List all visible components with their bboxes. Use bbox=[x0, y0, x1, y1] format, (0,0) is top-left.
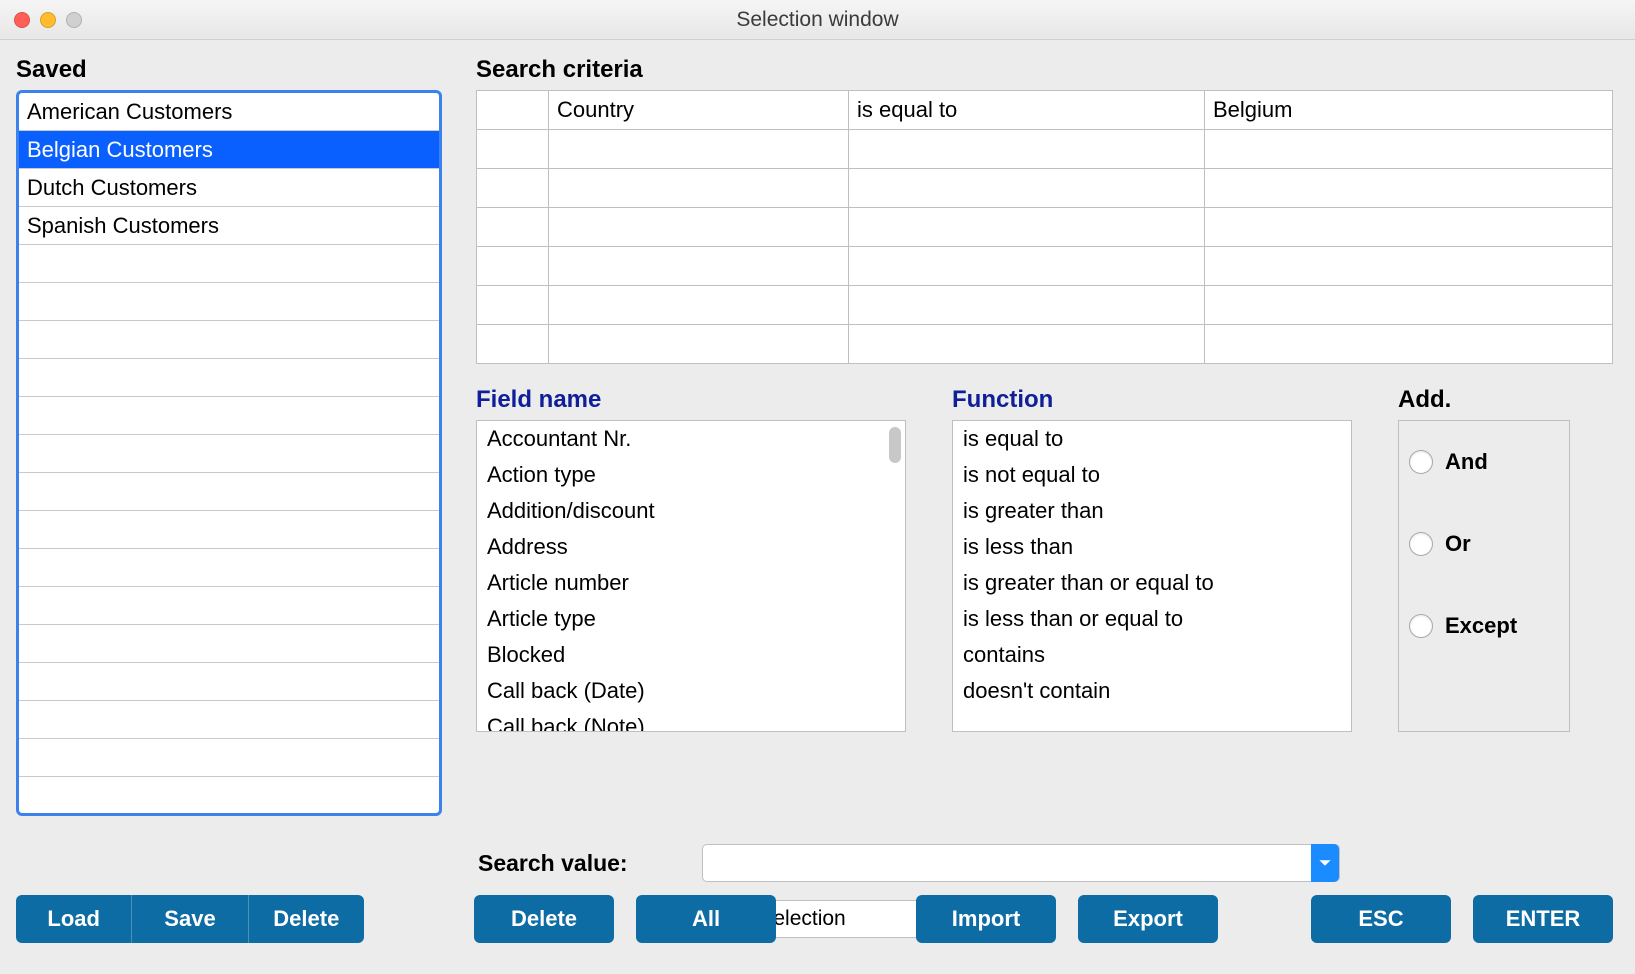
saved-item[interactable] bbox=[19, 663, 439, 701]
list-item[interactable]: Call back (Note) bbox=[477, 709, 905, 732]
criteria-cell[interactable] bbox=[1205, 247, 1613, 286]
saved-label: Saved bbox=[16, 56, 442, 84]
list-item[interactable]: is less than or equal to bbox=[953, 601, 1351, 637]
criteria-cell[interactable] bbox=[849, 325, 1205, 364]
list-item[interactable]: contains bbox=[953, 637, 1351, 673]
saved-item[interactable] bbox=[19, 435, 439, 473]
saved-item[interactable] bbox=[19, 625, 439, 663]
list-item[interactable]: is greater than or equal to bbox=[953, 565, 1351, 601]
criteria-cell[interactable] bbox=[477, 91, 549, 130]
esc-button[interactable]: ESC bbox=[1311, 895, 1451, 943]
criteria-cell[interactable] bbox=[477, 247, 549, 286]
criteria-cell[interactable] bbox=[549, 169, 849, 208]
criteria-cell[interactable] bbox=[477, 208, 549, 247]
criteria-cell[interactable]: is equal to bbox=[849, 91, 1205, 130]
criteria-cell[interactable] bbox=[849, 169, 1205, 208]
list-item[interactable]: Addition/discount bbox=[477, 493, 905, 529]
radio-icon[interactable] bbox=[1409, 450, 1433, 474]
enter-button[interactable]: ENTER bbox=[1473, 895, 1613, 943]
criteria-cell[interactable] bbox=[849, 130, 1205, 169]
scrollbar-thumb[interactable] bbox=[889, 427, 901, 463]
criteria-cell[interactable] bbox=[549, 286, 849, 325]
criteria-cell[interactable] bbox=[1205, 169, 1613, 208]
add-radio-group: And Or Except bbox=[1398, 420, 1570, 732]
chevron-down-icon[interactable] bbox=[1311, 844, 1339, 882]
saved-item[interactable] bbox=[19, 283, 439, 321]
saved-item[interactable] bbox=[19, 245, 439, 283]
saved-item[interactable] bbox=[19, 701, 439, 739]
saved-item[interactable]: Dutch Customers bbox=[19, 169, 439, 207]
saved-item[interactable] bbox=[19, 321, 439, 359]
radio-icon[interactable] bbox=[1409, 614, 1433, 638]
criteria-cell[interactable]: Country bbox=[549, 91, 849, 130]
criteria-cell[interactable] bbox=[849, 247, 1205, 286]
criteria-cell[interactable] bbox=[849, 286, 1205, 325]
add-label: Add. bbox=[1398, 386, 1570, 414]
fieldname-listbox[interactable]: Accountant Nr.Action typeAddition/discou… bbox=[476, 420, 906, 732]
list-item[interactable]: Blocked bbox=[477, 637, 905, 673]
saved-item[interactable] bbox=[19, 777, 439, 815]
list-item[interactable]: Article number bbox=[477, 565, 905, 601]
criteria-cell[interactable] bbox=[549, 325, 849, 364]
saved-item[interactable] bbox=[19, 549, 439, 587]
saved-listbox[interactable]: American CustomersBelgian CustomersDutch… bbox=[16, 90, 442, 816]
delete-saved-button[interactable]: Delete bbox=[249, 895, 364, 943]
add-option[interactable]: And bbox=[1409, 449, 1559, 475]
list-item[interactable]: doesn't contain bbox=[953, 673, 1351, 709]
criteria-cell[interactable] bbox=[1205, 325, 1613, 364]
criteria-table[interactable]: Countryis equal toBelgium bbox=[476, 90, 1613, 364]
list-item[interactable]: Action type bbox=[477, 457, 905, 493]
save-button[interactable]: Save bbox=[132, 895, 248, 943]
add-option-label: Or bbox=[1445, 531, 1471, 557]
criteria-cell[interactable] bbox=[1205, 208, 1613, 247]
criteria-label: Search criteria bbox=[476, 56, 1613, 84]
criteria-cell[interactable] bbox=[477, 286, 549, 325]
window-title: Selection window bbox=[0, 8, 1635, 32]
saved-item[interactable] bbox=[19, 473, 439, 511]
list-item[interactable]: Address bbox=[477, 529, 905, 565]
export-button[interactable]: Export bbox=[1078, 895, 1218, 943]
criteria-cell[interactable] bbox=[1205, 130, 1613, 169]
saved-item[interactable]: Spanish Customers bbox=[19, 207, 439, 245]
search-value-combo[interactable] bbox=[702, 844, 1340, 882]
load-button[interactable]: Load bbox=[16, 895, 132, 943]
criteria-cell[interactable] bbox=[549, 130, 849, 169]
criteria-cell[interactable] bbox=[477, 169, 549, 208]
criteria-cell[interactable] bbox=[549, 208, 849, 247]
list-item[interactable]: is greater than bbox=[953, 493, 1351, 529]
add-option[interactable]: Or bbox=[1409, 531, 1559, 557]
list-item[interactable]: Article type bbox=[477, 601, 905, 637]
criteria-cell[interactable] bbox=[1205, 286, 1613, 325]
titlebar: Selection window bbox=[0, 0, 1635, 40]
list-item[interactable]: Accountant Nr. bbox=[477, 421, 905, 457]
criteria-cell[interactable]: Belgium bbox=[1205, 91, 1613, 130]
saved-item[interactable] bbox=[19, 359, 439, 397]
add-option-label: Except bbox=[1445, 613, 1517, 639]
criteria-cell[interactable] bbox=[849, 208, 1205, 247]
function-label: Function bbox=[952, 386, 1352, 414]
saved-item[interactable] bbox=[19, 587, 439, 625]
saved-item[interactable]: Belgian Customers bbox=[19, 131, 439, 169]
saved-item[interactable]: American Customers bbox=[19, 93, 439, 131]
delete-criteria-button[interactable]: Delete bbox=[474, 895, 614, 943]
add-option-label: And bbox=[1445, 449, 1488, 475]
search-value-label: Search value: bbox=[478, 850, 702, 877]
saved-item[interactable] bbox=[19, 511, 439, 549]
all-button[interactable]: All bbox=[636, 895, 776, 943]
saved-item[interactable] bbox=[19, 739, 439, 777]
list-item[interactable]: is not equal to bbox=[953, 457, 1351, 493]
fieldname-label: Field name bbox=[476, 386, 906, 414]
criteria-cell[interactable] bbox=[549, 247, 849, 286]
import-button[interactable]: Import bbox=[916, 895, 1056, 943]
add-option[interactable]: Except bbox=[1409, 613, 1559, 639]
list-item[interactable]: is equal to bbox=[953, 421, 1351, 457]
function-listbox[interactable]: is equal tois not equal tois greater tha… bbox=[952, 420, 1352, 732]
criteria-cell[interactable] bbox=[477, 325, 549, 364]
list-item[interactable]: is less than bbox=[953, 529, 1351, 565]
criteria-cell[interactable] bbox=[477, 130, 549, 169]
list-item[interactable]: Call back (Date) bbox=[477, 673, 905, 709]
search-value-input[interactable] bbox=[703, 852, 1311, 875]
radio-icon[interactable] bbox=[1409, 532, 1433, 556]
saved-item[interactable] bbox=[19, 397, 439, 435]
